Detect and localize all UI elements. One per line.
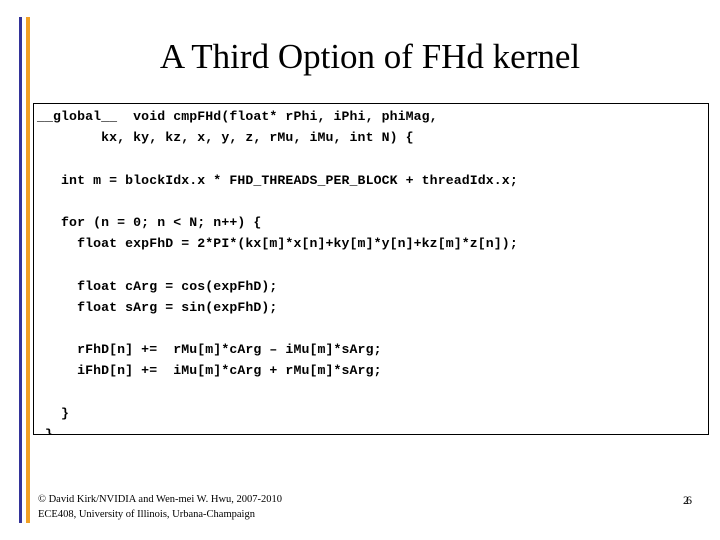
- code-line: for (n = 0; n < N; n++) {: [37, 214, 262, 230]
- slide-accent-bars: [19, 17, 31, 523]
- code-line: float cArg = cos(expFhD);: [37, 278, 278, 294]
- code-line: }: [37, 426, 54, 435]
- page-number: 26: [668, 493, 704, 507]
- code-listing: __global__ void cmpFHd(float* rPhi, iPhi…: [37, 106, 707, 435]
- code-line: float expFhD = 2*PI*(kx[m]*x[n]+ky[m]*y[…: [37, 236, 518, 252]
- code-line: }: [37, 405, 70, 421]
- code-line: float sArg = sin(expFhD);: [37, 299, 278, 315]
- footer-credit-line-2: ECE408, University of Illinois, Urbana-C…: [38, 509, 255, 520]
- footer-credit-line-1: © David Kirk/NVIDIA and Wen-mei W. Hwu, …: [38, 494, 283, 505]
- accent-bar-blue: [19, 17, 22, 523]
- code-line: __global__ void cmpFHd(float* rPhi, iPhi…: [37, 109, 438, 124]
- code-line: kx, ky, kz, x, y, z, rMu, iMu, int N) {: [37, 130, 414, 146]
- slide-title: A Third Option of FHd kernel: [159, 37, 581, 76]
- code-line: int m = blockIdx.x * FHD_THREADS_PER_BLO…: [37, 172, 518, 188]
- code-line: iFhD[n] += iMu[m]*cArg + rMu[m]*sArg;: [37, 363, 382, 379]
- footer-credit: © David Kirk/NVIDIA and Wen-mei W. Hwu, …: [38, 492, 282, 522]
- page-number-value: 26: [683, 493, 692, 507]
- code-line: rFhD[n] += rMu[m]*cArg – iMu[m]*sArg;: [37, 342, 382, 358]
- accent-bar-orange: [26, 17, 30, 523]
- code-block-container: __global__ void cmpFHd(float* rPhi, iPhi…: [33, 103, 709, 435]
